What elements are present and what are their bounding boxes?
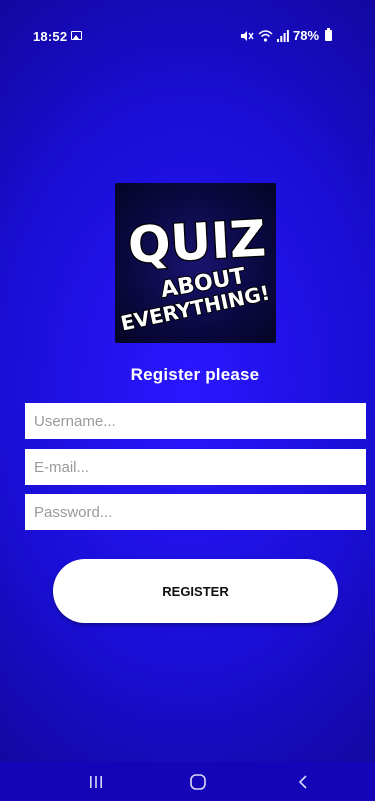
mute-icon (241, 30, 254, 41)
home-button[interactable] (176, 770, 220, 794)
email-field[interactable] (25, 449, 366, 485)
back-icon (298, 775, 307, 789)
gallery-icon (71, 31, 82, 40)
status-time: 18:52 (33, 29, 68, 44)
back-button[interactable] (281, 770, 325, 794)
home-icon (190, 774, 206, 790)
navigation-bar (0, 762, 375, 801)
status-icons: 78% (240, 28, 333, 43)
register-button[interactable]: REGISTER (53, 559, 338, 623)
username-field[interactable] (25, 403, 366, 439)
battery-percent: 78% (293, 28, 320, 43)
password-field[interactable] (25, 494, 366, 530)
register-title: Register please (130, 365, 260, 384)
app-logo: QUIZ ABOUT EVERYTHING! (115, 183, 276, 343)
battery-icon (325, 28, 333, 41)
status-bar: 18:52 78% (0, 0, 375, 76)
recent-apps-button[interactable] (74, 770, 118, 794)
signal-icon (277, 29, 289, 42)
logo-quiz-text: QUIZ (127, 209, 268, 274)
recent-apps-icon (90, 776, 102, 788)
wifi-icon (258, 29, 273, 42)
